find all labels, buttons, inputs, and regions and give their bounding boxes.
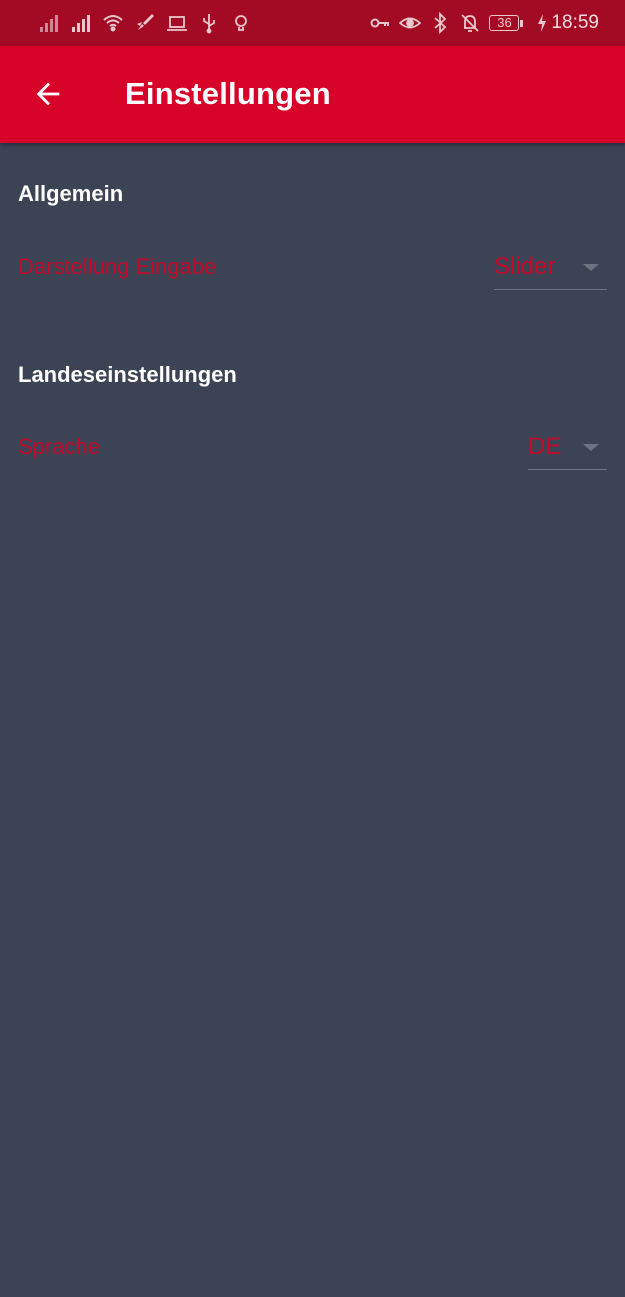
bell-off-icon [459,12,481,34]
arrow-back-icon [36,82,60,106]
caret-down-icon [583,443,599,451]
section-title-landeseinstellungen: Landeseinstellungen [18,362,237,387]
signal-icon [38,12,60,34]
page-title: Einstellungen [125,76,331,111]
rocket-icon [134,12,156,34]
laptop-icon [166,12,188,34]
dropdown-value: Slider [494,253,556,280]
signal-icon [70,12,92,34]
status-bar: 36 18:59 [0,0,625,46]
caret-down-icon [583,263,599,271]
usb-icon [198,12,220,34]
battery-level: 36 [489,15,520,31]
pref-label-sprache: Sprache [18,434,100,459]
battery-icon: 36 [489,15,524,31]
key-icon [369,12,391,34]
status-right-icons: 36 18:59 [369,12,599,34]
status-left-icons [38,12,252,34]
sprache-dropdown[interactable]: DE [528,425,607,470]
bluetooth-icon [429,12,451,34]
eye-icon [399,12,422,34]
app-bar: Einstellungen [0,46,625,143]
lightbulb-icon [230,12,252,34]
darstellung-eingabe-dropdown[interactable]: Slider [494,245,607,290]
back-button[interactable] [24,70,72,118]
pref-label-darstellung-eingabe: Darstellung Eingabe [18,254,217,279]
section-title-allgemein: Allgemein [18,181,124,206]
charging-icon [531,12,547,34]
dropdown-value: DE [528,433,562,460]
wifi-icon [102,12,124,34]
status-time: 18:59 [551,12,599,33]
